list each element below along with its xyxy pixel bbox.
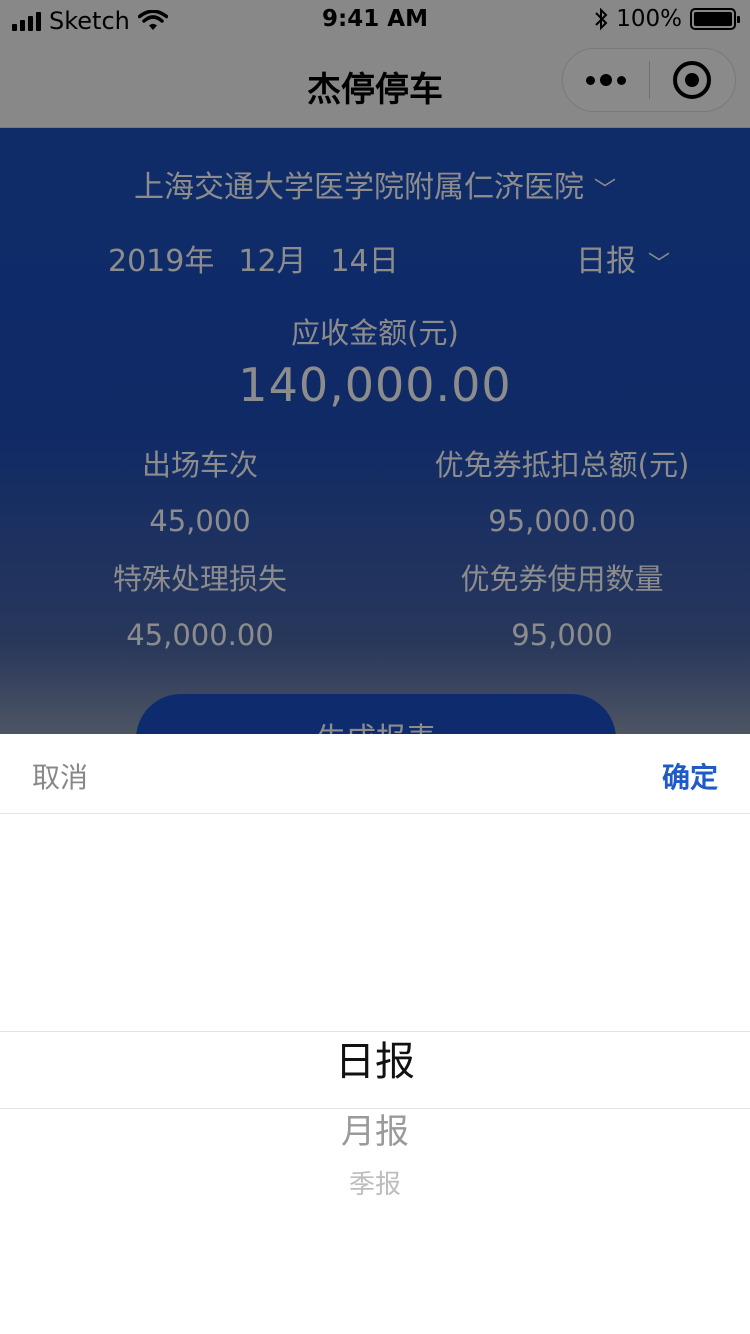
confirm-button[interactable]: 确定 — [662, 756, 718, 796]
screen: Sketch 9:41 AM 100% 杰停停车 上海交通大学医学院附属仁济医院… — [0, 0, 750, 1334]
picker-option[interactable]: 日报 — [0, 1029, 750, 1087]
picker-header: 取消 确定 — [0, 734, 750, 814]
cancel-button[interactable]: 取消 — [32, 756, 88, 796]
picker-option[interactable]: 季报 — [0, 1164, 750, 1201]
picker-wheel[interactable]: 日报 月报 季报 — [0, 814, 750, 1334]
report-type-picker: 取消 确定 日报 月报 季报 — [0, 734, 750, 1334]
modal-overlay[interactable] — [0, 0, 750, 734]
picker-option[interactable]: 月报 — [0, 1104, 750, 1153]
